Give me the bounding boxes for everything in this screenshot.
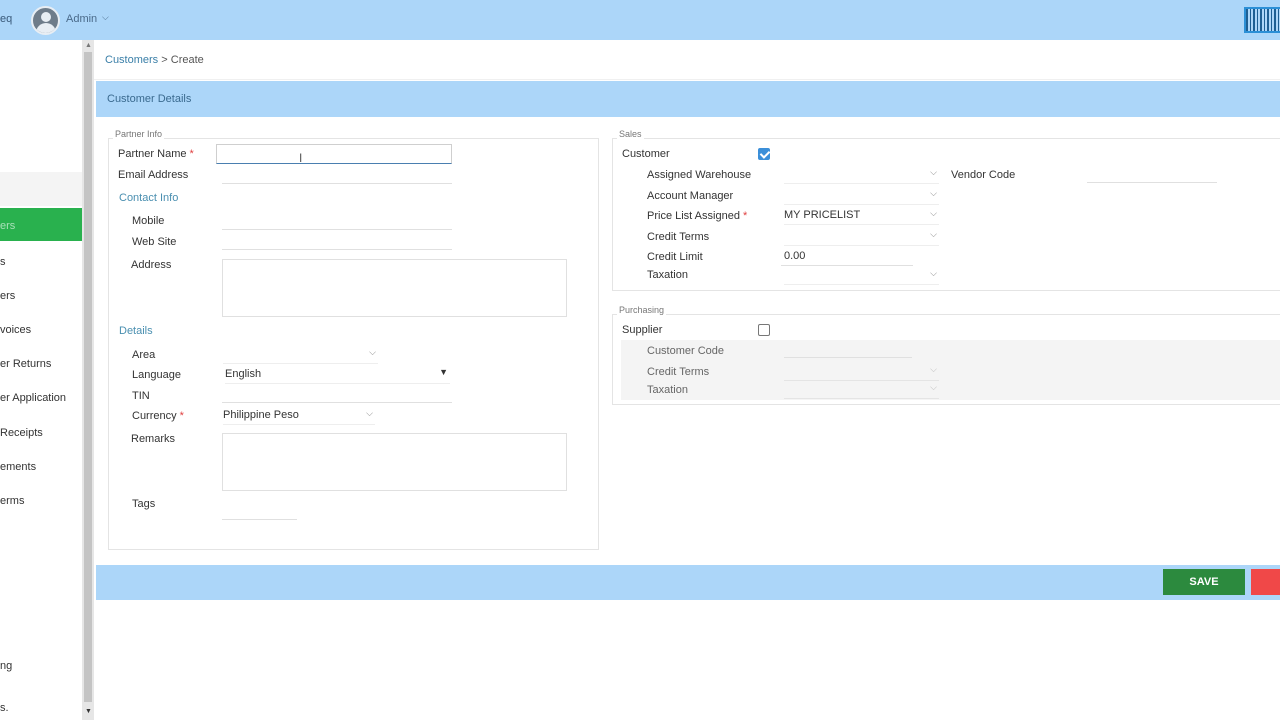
purchasing-legend: Purchasing xyxy=(617,305,667,315)
taxation-select[interactable]: ⌵ xyxy=(784,267,939,285)
purchasing-credit-terms-label: Credit Terms xyxy=(647,366,710,378)
account-manager-label: Account Manager xyxy=(647,190,734,202)
language-value: English xyxy=(225,368,262,380)
language-label: Language xyxy=(132,369,181,381)
purchasing-credit-terms-select[interactable]: ⌵ xyxy=(784,363,939,381)
breadcrumb-current: Create xyxy=(170,54,204,66)
chevron-down-icon: ⌵ xyxy=(369,347,376,357)
credit-terms-select[interactable]: ⌵ xyxy=(784,228,939,246)
chevron-down-icon: ⌵ xyxy=(930,167,937,177)
supplier-checkbox[interactable] xyxy=(758,324,770,336)
sidebar-hover-shade xyxy=(0,172,82,206)
chevron-down-icon: ⌵ xyxy=(930,364,937,374)
avatar-icon[interactable] xyxy=(31,6,60,35)
breadcrumb: Customers > Create xyxy=(105,54,204,66)
sidebar-item-statements[interactable]: ements xyxy=(0,461,82,479)
sales-legend: Sales xyxy=(617,129,644,139)
currency-value: Philippine Peso xyxy=(223,409,299,421)
credit-terms-label: Credit Terms xyxy=(647,231,710,243)
breadcrumb-customers-link[interactable]: Customers xyxy=(105,54,158,66)
text-cursor-icon: I xyxy=(299,151,303,165)
tin-label: TIN xyxy=(132,390,150,402)
partner-name-input[interactable] xyxy=(216,144,452,164)
scroll-up-icon[interactable]: ▲ xyxy=(85,42,92,49)
customer-label: Customer xyxy=(622,148,670,160)
assigned-warehouse-label: Assigned Warehouse xyxy=(647,169,752,181)
supplier-label: Supplier xyxy=(622,324,663,336)
chevron-down-icon[interactable]: ⌵ xyxy=(102,12,109,23)
area-select[interactable]: ⌵ xyxy=(223,346,378,364)
price-list-select[interactable]: MY PRICELIST ⌵ xyxy=(784,207,939,225)
sidebar-item-invoices[interactable]: voices xyxy=(0,324,82,342)
vendor-code-input[interactable] xyxy=(1087,163,1217,183)
partner-info-legend: Partner Info xyxy=(113,129,165,139)
taxation-label: Taxation xyxy=(647,269,688,281)
tags-label: Tags xyxy=(132,498,156,510)
account-manager-select[interactable]: ⌵ xyxy=(784,187,939,205)
sidebar-item-customers[interactable]: ers xyxy=(0,208,82,241)
remarks-label: Remarks xyxy=(131,433,176,445)
mobile-label: Mobile xyxy=(132,215,165,227)
sidebar-item-2[interactable]: ers xyxy=(0,290,82,308)
cancel-button[interactable] xyxy=(1251,569,1280,595)
sidebar-item-terms[interactable]: erms xyxy=(0,495,82,513)
panel-header: Customer Details xyxy=(96,81,1280,117)
purchasing-taxation-select[interactable]: ⌵ xyxy=(784,381,939,399)
breadcrumb-separator: > xyxy=(161,54,168,66)
sidebar-item-returns[interactable]: er Returns xyxy=(0,358,82,376)
remarks-textarea[interactable] xyxy=(222,433,567,491)
credit-limit-input[interactable] xyxy=(781,246,913,266)
assigned-warehouse-select[interactable]: ⌵ xyxy=(784,166,939,184)
mobile-input[interactable] xyxy=(222,210,452,230)
sidebar-item-1[interactable]: s xyxy=(0,256,82,274)
price-list-value: MY PRICELIST xyxy=(784,209,861,221)
brand-name[interactable]: eq xyxy=(0,13,12,25)
sidebar: ers s ers voices er Returns er Applicati… xyxy=(0,40,82,720)
sidebar-item-10[interactable]: s. xyxy=(0,702,82,720)
language-select[interactable]: English ▼ xyxy=(225,366,450,384)
customer-code-label: Customer Code xyxy=(647,345,725,357)
email-input[interactable] xyxy=(222,164,452,184)
website-input[interactable] xyxy=(222,230,452,250)
vendor-code-label: Vendor Code xyxy=(951,169,1016,181)
chevron-down-icon: ⌵ xyxy=(930,382,937,392)
chevron-down-icon: ⌵ xyxy=(366,408,373,418)
details-heading: Details xyxy=(119,325,153,337)
contact-info-heading: Contact Info xyxy=(119,192,179,204)
chevron-down-icon: ⌵ xyxy=(930,229,937,239)
scrollbar-thumb[interactable] xyxy=(84,52,92,702)
sidebar-item-receipts[interactable]: Receipts xyxy=(0,427,82,445)
chevron-down-icon: ⌵ xyxy=(930,268,937,278)
purchasing-taxation-label: Taxation xyxy=(647,384,688,396)
form-footer xyxy=(96,565,1280,600)
user-menu-label[interactable]: Admin xyxy=(66,13,97,25)
top-bar: eq Admin ⌵ xyxy=(0,0,1280,40)
tin-input[interactable] xyxy=(222,383,452,403)
address-textarea[interactable] xyxy=(222,259,567,317)
barcode-icon[interactable] xyxy=(1244,7,1280,33)
chevron-down-icon: ⌵ xyxy=(930,208,937,218)
price-list-label: Price List Assigned * xyxy=(647,210,748,222)
scroll-down-icon[interactable]: ▼ xyxy=(85,708,92,715)
caret-down-icon: ▼ xyxy=(439,367,448,377)
credit-limit-label: Credit Limit xyxy=(647,251,703,263)
tags-input[interactable] xyxy=(222,519,297,520)
currency-label: Currency * xyxy=(132,410,184,422)
panel-title: Customer Details xyxy=(107,93,192,105)
customer-checkbox[interactable] xyxy=(758,148,770,160)
save-button[interactable]: SAVE xyxy=(1163,569,1245,595)
customer-code-input[interactable] xyxy=(784,357,912,358)
partner-name-label: Partner Name * xyxy=(118,148,194,160)
sidebar-scrollbar[interactable]: ▲ ▼ xyxy=(82,40,94,720)
website-label: Web Site xyxy=(132,236,177,248)
sidebar-item-9[interactable]: ng xyxy=(0,660,82,678)
breadcrumb-bar: Customers > Create xyxy=(94,40,1280,80)
currency-select[interactable]: Philippine Peso ⌵ xyxy=(223,407,375,425)
address-label: Address xyxy=(131,259,172,271)
email-label: Email Address xyxy=(118,169,189,181)
area-label: Area xyxy=(132,349,156,361)
chevron-down-icon: ⌵ xyxy=(930,188,937,198)
sidebar-item-application[interactable]: er Application xyxy=(0,392,82,410)
